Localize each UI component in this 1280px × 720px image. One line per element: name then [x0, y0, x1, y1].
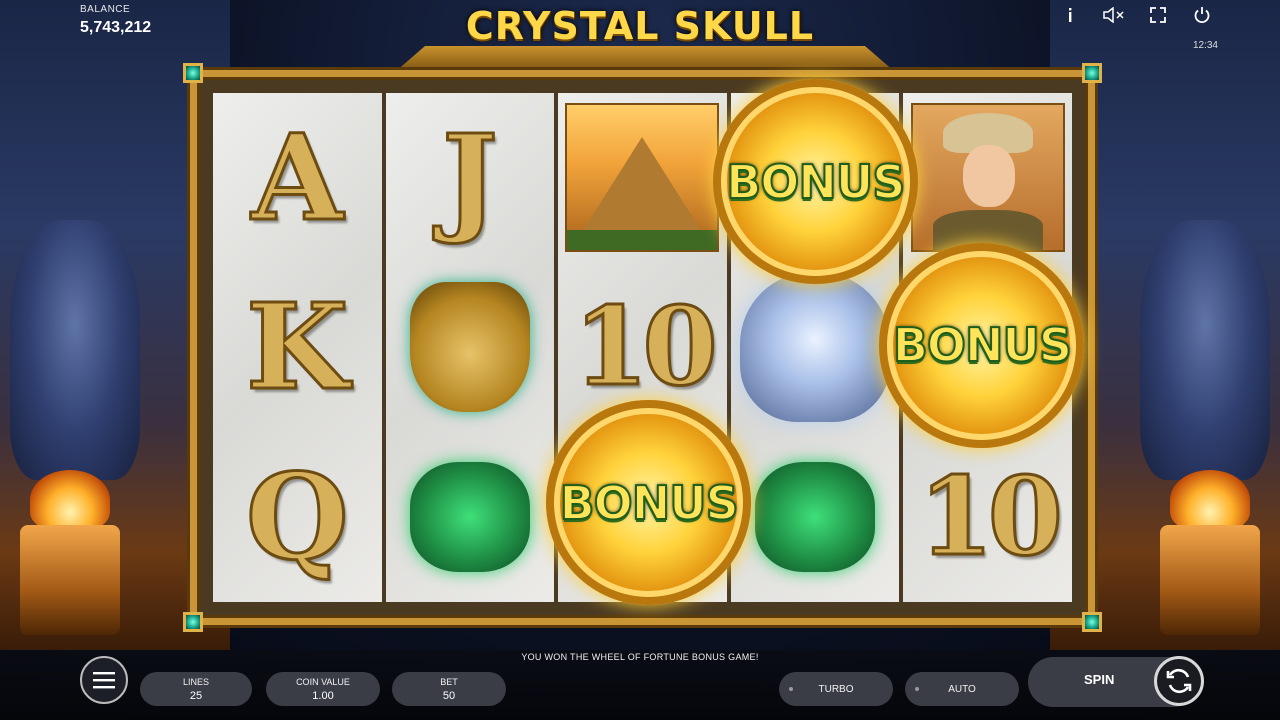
bet-selector[interactable]: BET 50	[392, 672, 506, 706]
symbol-ten: 10	[917, 454, 1064, 581]
explorer-icon	[910, 103, 1065, 253]
symbol-cell	[903, 93, 1072, 263]
hamburger-icon	[93, 672, 115, 689]
serpent-icon	[755, 462, 876, 573]
reel-2: J	[385, 93, 555, 602]
reel-5: BONUS 10	[879, 93, 1085, 602]
symbol-letter-j: J	[440, 107, 499, 247]
sound-muted-icon[interactable]	[1102, 4, 1126, 26]
bonus-label: BONUS	[892, 317, 1073, 373]
corner-gem-top-left	[183, 63, 203, 83]
mayan-mask-icon	[409, 282, 530, 413]
statue-right	[1140, 220, 1270, 480]
statue-left	[10, 220, 140, 480]
fire-left	[30, 470, 110, 530]
reels-grid: A K Q J 10 BONUS BONUS BONUS 10	[213, 79, 1085, 606]
symbol-cell: K	[213, 263, 382, 433]
info-icon[interactable]	[1058, 4, 1082, 26]
symbol-cell: BONUS	[712, 79, 918, 284]
symbol-cell: 10	[903, 432, 1072, 602]
brazier-left	[20, 525, 120, 635]
symbol-cell	[558, 93, 727, 263]
corner-gem-bottom-left	[183, 612, 203, 632]
auto-label: AUTO	[948, 683, 976, 695]
turbo-toggle[interactable]: TURBO	[779, 672, 893, 706]
fire-right	[1170, 470, 1250, 530]
clock: 12:34	[1192, 40, 1218, 51]
reel-frame: A K Q J 10 BONUS BONUS BONUS 10	[183, 63, 1102, 632]
bonus-coin-icon: BONUS	[879, 242, 1085, 448]
symbol-letter-q: Q	[244, 447, 350, 587]
symbol-ten: 10	[572, 284, 719, 411]
bet-label: BET	[440, 677, 458, 687]
corner-gem-top-right	[1082, 63, 1102, 83]
toggle-indicator	[789, 687, 793, 691]
corner-gem-bottom-right	[1082, 612, 1102, 632]
turbo-label: TURBO	[818, 683, 854, 695]
symbol-cell	[386, 432, 555, 602]
coin-value-label: COIN VALUE	[296, 677, 350, 687]
power-icon[interactable]	[1190, 4, 1214, 26]
bonus-label: BONUS	[559, 475, 740, 531]
refresh-icon	[1166, 668, 1192, 694]
bet-value: 50	[442, 690, 456, 702]
symbol-cell	[386, 263, 555, 433]
spin-label[interactable]: SPIN	[1084, 672, 1114, 687]
auto-toggle[interactable]: AUTO	[905, 672, 1019, 706]
title-plate	[395, 46, 895, 72]
symbol-letter-k: K	[245, 277, 351, 417]
serpent-icon	[409, 462, 530, 573]
symbol-cell: BONUS	[546, 400, 752, 606]
lines-selector[interactable]: LINES 25	[140, 672, 252, 706]
symbol-cell: J	[386, 93, 555, 263]
symbol-cell: Q	[213, 432, 382, 602]
lines-value: 25	[189, 690, 203, 702]
symbol-letter-a: A	[250, 107, 345, 247]
fullscreen-icon[interactable]	[1146, 4, 1170, 26]
top-icon-bar	[1058, 4, 1214, 26]
spin-button[interactable]	[1154, 656, 1204, 706]
bonus-coin-icon: BONUS	[712, 79, 918, 284]
bonus-coin-icon: BONUS	[546, 400, 752, 606]
pyramid-icon	[565, 103, 720, 253]
coin-value-value: 1.00	[312, 690, 334, 702]
reel-1: A K Q	[213, 93, 382, 602]
symbol-cell	[731, 432, 900, 602]
lines-label: LINES	[182, 677, 209, 687]
coin-value-selector[interactable]: COIN VALUE 1.00	[266, 672, 380, 706]
reel-3: 10 BONUS	[546, 93, 752, 606]
brazier-right	[1160, 525, 1260, 635]
symbol-cell: BONUS	[879, 242, 1085, 448]
crystal-skull-icon	[740, 272, 891, 423]
toggle-indicator	[915, 687, 919, 691]
symbol-cell	[731, 263, 900, 433]
bonus-label: BONUS	[725, 154, 906, 210]
reel-4: BONUS	[712, 79, 918, 602]
symbol-cell: A	[213, 93, 382, 263]
menu-button[interactable]	[80, 656, 128, 704]
